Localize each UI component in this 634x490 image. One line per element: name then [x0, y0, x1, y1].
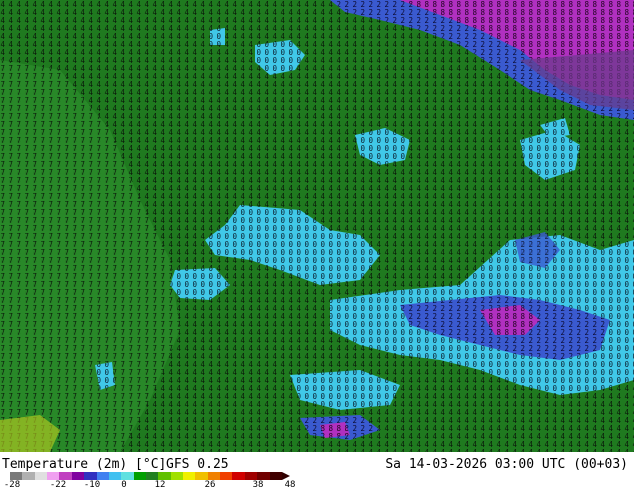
legend-swatch: [269, 472, 282, 480]
legend-swatch: [10, 472, 23, 480]
legend-swatch: [170, 472, 184, 480]
weather-map[interactable]: 4 7 0 2 8: [0, 0, 634, 452]
model-label: GFS 0.25: [166, 457, 229, 472]
legend-swatch: [195, 472, 208, 480]
legend-swatch: [220, 472, 233, 480]
color-legend: [10, 472, 290, 480]
legend-arrow-tip: [281, 472, 290, 480]
legend-swatch: [59, 472, 72, 480]
legend-tick-label: 48: [284, 480, 296, 490]
legend-swatch: [145, 472, 159, 480]
legend-swatch: [121, 472, 134, 480]
legend-swatch: [84, 472, 97, 480]
legend-swatch: [257, 472, 270, 480]
legend-tick-label: 0: [121, 480, 127, 490]
valid-time: Sa 14-03-2026 03:00 UTC (00+03): [385, 457, 628, 472]
map-footer: Temperature (2m) [°C] GFS 0.25 Sa 14-03-…: [0, 452, 634, 490]
temperature-field: 4 7 0 2 8: [0, 0, 634, 452]
legend-swatch: [96, 472, 109, 480]
legend-swatch: [47, 472, 60, 480]
legend-swatch: [232, 472, 245, 480]
legend-swatch: [71, 472, 85, 480]
legend-swatch: [34, 472, 48, 480]
legend-tick-label: 38: [252, 480, 264, 490]
legend-tick-label: -22: [49, 480, 67, 490]
legend-swatch: [22, 472, 35, 480]
legend-swatch: [158, 472, 171, 480]
legend-tick-label: -28: [3, 480, 21, 490]
cold-patch-2: [210, 28, 225, 45]
legend-swatch: [108, 472, 122, 480]
legend-swatch: [183, 472, 196, 480]
map-title: Temperature (2m) [°C]: [2, 457, 167, 472]
legend-swatch: [207, 472, 221, 480]
legend-tick-label: 26: [204, 480, 216, 490]
legend-tick-label: -10: [83, 480, 101, 490]
legend-tick-label: 12: [154, 480, 166, 490]
legend-swatch: [133, 472, 146, 480]
legend-swatch: [244, 472, 258, 480]
